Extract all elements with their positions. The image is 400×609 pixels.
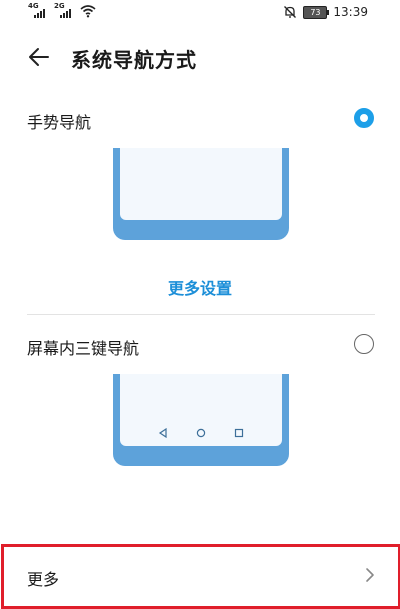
option-gesture-navigation[interactable]: 手势导航 <box>0 102 400 138</box>
three-key-radio-unselected[interactable] <box>354 334 374 354</box>
gesture-radio-selected[interactable] <box>354 108 374 128</box>
chevron-right-icon <box>366 568 374 582</box>
gesture-preview-screen <box>120 148 282 220</box>
status-bar-right: 73 13:39 <box>283 5 368 19</box>
battery-icon: 73 <box>303 5 330 19</box>
option-gesture-label: 手势导航 <box>27 113 92 132</box>
back-arrow-icon[interactable] <box>26 44 52 70</box>
page-title: 系统导航方式 <box>71 48 197 72</box>
three-key-preview-illustration <box>113 374 289 466</box>
header: 系统导航方式 <box>0 38 400 78</box>
more-label: 更多 <box>27 570 60 589</box>
status-bar: 4G 2G 73 13:39 <box>0 0 400 28</box>
option-three-key-label: 屏幕内三键导航 <box>27 339 140 358</box>
home-circle-icon <box>196 428 206 438</box>
gesture-preview-illustration <box>113 148 289 240</box>
nav-keys-preview <box>120 428 282 438</box>
recents-square-icon <box>234 428 244 438</box>
more-settings-link[interactable]: 更多设置 <box>0 275 400 299</box>
three-key-preview-screen <box>120 374 282 446</box>
cellular-signal-1-icon: 4G <box>28 2 48 18</box>
wifi-icon <box>80 5 96 18</box>
cellular-signal-2-icon: 2G <box>54 2 74 18</box>
back-triangle-icon <box>158 428 167 438</box>
option-three-key-navigation[interactable]: 屏幕内三键导航 <box>0 328 400 364</box>
more-row[interactable]: 更多 <box>1 544 400 609</box>
mute-bell-icon <box>284 6 297 18</box>
status-time: 13:39 <box>333 5 368 19</box>
status-bar-left: 4G 2G <box>28 2 96 18</box>
divider <box>27 314 375 315</box>
